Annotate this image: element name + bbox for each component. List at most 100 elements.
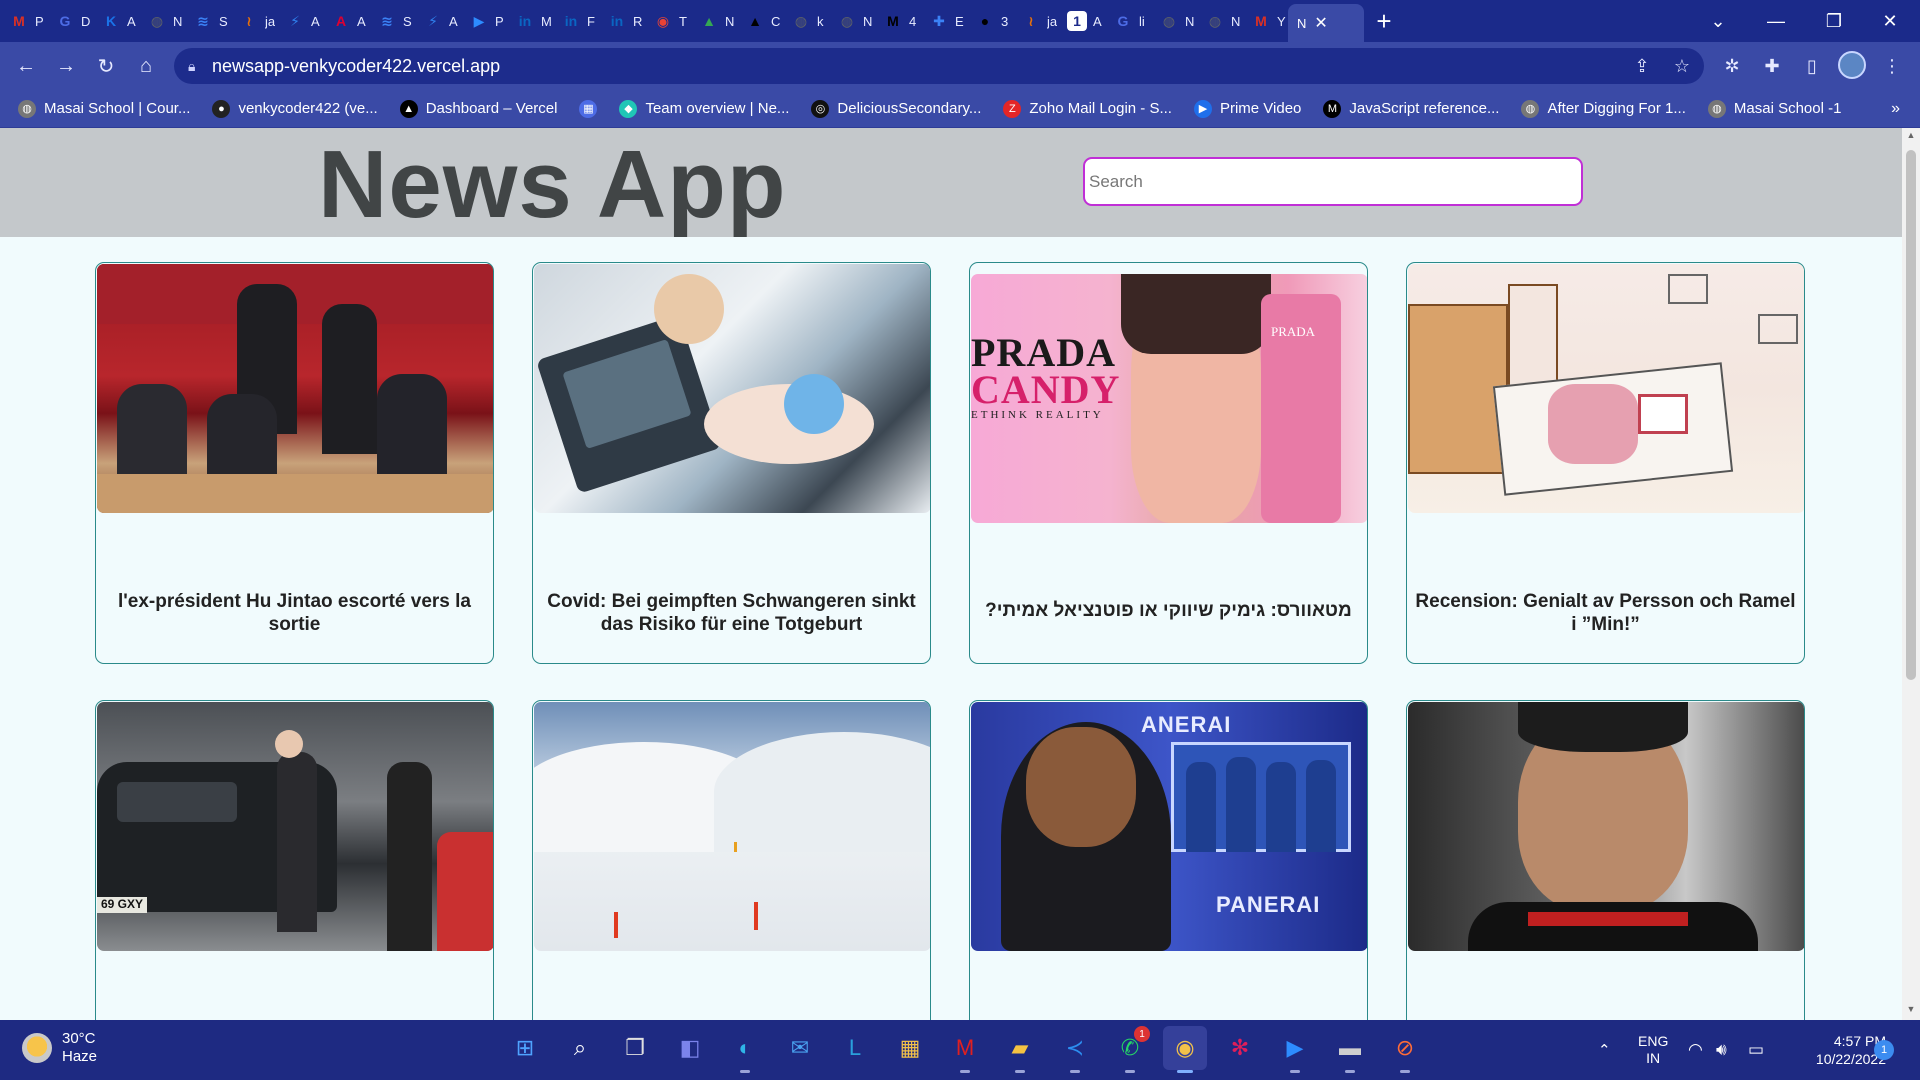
restore-button[interactable]: ❐ bbox=[1806, 0, 1862, 42]
browser-tab[interactable]: AA bbox=[322, 0, 368, 42]
scrollbar-thumb[interactable] bbox=[1906, 150, 1916, 680]
forward-icon[interactable]: → bbox=[46, 46, 86, 86]
bookmarks-overflow-icon[interactable]: » bbox=[1891, 100, 1900, 118]
weather-widget[interactable]: 30°C Haze bbox=[22, 1030, 97, 1066]
browser-tab[interactable]: in M bbox=[506, 0, 552, 42]
news-card[interactable]: ANERAI PANERAI bbox=[969, 700, 1368, 1020]
minimize-button[interactable]: — bbox=[1748, 0, 1804, 42]
search-icon[interactable]: ⌕ bbox=[558, 1026, 602, 1070]
extensions-puzzle-icon[interactable]: ✚ bbox=[1756, 50, 1788, 82]
bookmark-item[interactable]: ◆ Team overview | Ne... bbox=[619, 99, 789, 118]
bookmark-item[interactable]: ◍ Masai School -1 bbox=[1707, 99, 1841, 118]
volume-icon[interactable]: 🔊︎ bbox=[1716, 1020, 1727, 1080]
l-app-icon[interactable]: L bbox=[833, 1026, 877, 1070]
browser-tab[interactable]: ● 3 bbox=[966, 0, 1012, 42]
browser-tab[interactable]: Gli bbox=[1104, 0, 1150, 42]
language-indicator[interactable]: ENG IN bbox=[1638, 1020, 1668, 1080]
bookmark-star-icon[interactable]: ☆ bbox=[1666, 50, 1698, 82]
scroll-up-icon[interactable]: ▲ bbox=[1902, 130, 1920, 146]
page-scrollbar[interactable]: ▲ ▼ bbox=[1902, 128, 1920, 1020]
browser-tab[interactable]: KA bbox=[92, 0, 138, 42]
browser-tab[interactable]: ◍ N bbox=[828, 0, 874, 42]
browser-tab[interactable]: ≀ ja bbox=[1012, 0, 1058, 42]
news-card[interactable] bbox=[1406, 700, 1805, 1020]
news-card[interactable] bbox=[532, 700, 931, 1020]
bookmark-item[interactable]: Z Zoho Mail Login - S... bbox=[1003, 99, 1172, 118]
store-icon[interactable]: ▦ bbox=[888, 1026, 932, 1070]
browser-tab[interactable]: ≋ S bbox=[184, 0, 230, 42]
browser-tab[interactable]: ◍ k bbox=[782, 0, 828, 42]
clock[interactable]: 4:57 PM 10/22/2022 bbox=[1786, 1020, 1886, 1080]
postman-icon[interactable]: ⊘ bbox=[1383, 1026, 1427, 1073]
slack-icon[interactable]: ✻ bbox=[1218, 1026, 1262, 1070]
browser-tab[interactable]: ◍ N bbox=[138, 0, 184, 42]
article-title[interactable]: מטאוורס: גימיק שיווקי או פוטנציאל אמיתי? bbox=[978, 600, 1359, 623]
browser-tab[interactable]: in R bbox=[598, 0, 644, 42]
browser-tab[interactable]: ◉ T bbox=[644, 0, 690, 42]
bookmark-item[interactable]: ▲ Dashboard – Vercel bbox=[399, 99, 557, 118]
browser-tab[interactable]: ▲ C bbox=[736, 0, 782, 42]
bookmark-item[interactable]: ▦ bbox=[579, 99, 598, 118]
zoom-icon[interactable]: ▶ bbox=[1273, 1026, 1317, 1073]
menu-kebab-icon[interactable]: ⋮ bbox=[1876, 50, 1908, 82]
bookmark-item[interactable]: ◎ DeliciousSecondary... bbox=[811, 99, 981, 118]
search-input[interactable] bbox=[1083, 157, 1583, 206]
terminal-icon[interactable]: ▬ bbox=[1328, 1026, 1372, 1073]
browser-tab[interactable]: ◍ N bbox=[1196, 0, 1242, 42]
browser-tab[interactable]: ✚ E bbox=[920, 0, 966, 42]
lock-icon[interactable]: 🔒︎ bbox=[188, 58, 212, 75]
bookmark-item[interactable]: ● venkycoder422 (ve... bbox=[212, 99, 378, 118]
teams-chat-icon[interactable]: ◧ bbox=[668, 1026, 712, 1070]
browser-tab[interactable]: 1A bbox=[1058, 0, 1104, 42]
scroll-down-icon[interactable]: ▼ bbox=[1902, 1004, 1920, 1020]
browser-tab[interactable]: GD bbox=[46, 0, 92, 42]
mail-icon[interactable]: ✉ bbox=[778, 1026, 822, 1070]
battery-icon[interactable]: ▭ bbox=[1748, 1020, 1764, 1080]
browser-tab-active[interactable]: N ✕ bbox=[1288, 4, 1364, 42]
browser-tab[interactable]: ▶ P bbox=[460, 0, 506, 42]
back-icon[interactable]: ← bbox=[6, 46, 46, 86]
browser-tab[interactable]: MP bbox=[0, 0, 46, 42]
start-icon[interactable]: ⊞ bbox=[503, 1026, 547, 1070]
news-card[interactable]: Covid: Bei geimpften Schwangeren sinkt d… bbox=[532, 262, 931, 664]
reload-icon[interactable]: ↻ bbox=[86, 46, 126, 86]
task-view-icon[interactable]: ❐ bbox=[613, 1026, 657, 1070]
article-title[interactable]: Covid: Bei geimpften Schwangeren sinkt d… bbox=[541, 591, 922, 637]
wifi-icon[interactable]: ◠ bbox=[1688, 1020, 1703, 1080]
browser-tab[interactable]: ◍ N bbox=[1150, 0, 1196, 42]
bookmark-item[interactable]: ◍ After Digging For 1... bbox=[1521, 99, 1686, 118]
side-panel-icon[interactable]: ▯ bbox=[1796, 50, 1828, 82]
browser-tab[interactable]: in F bbox=[552, 0, 598, 42]
close-window-button[interactable]: ✕ bbox=[1862, 0, 1918, 42]
mcafee-icon[interactable]: M bbox=[943, 1026, 987, 1073]
chrome-icon[interactable]: ◉ bbox=[1163, 1026, 1207, 1073]
new-tab-button[interactable]: + bbox=[1364, 0, 1404, 42]
notification-center[interactable]: 1 bbox=[1874, 1020, 1894, 1080]
home-icon[interactable]: ⌂ bbox=[126, 46, 166, 86]
extension-gear-icon[interactable]: ✲ bbox=[1716, 50, 1748, 82]
bookmark-item[interactable]: ◍ Masai School | Cour... bbox=[18, 99, 190, 118]
news-card[interactable]: Recension: Genialt av Persson och Ramel … bbox=[1406, 262, 1805, 664]
browser-tab[interactable]: MY bbox=[1242, 0, 1288, 42]
whatsapp-icon[interactable]: ✆ 1 bbox=[1108, 1026, 1152, 1073]
tab-search-icon[interactable]: ⌄ bbox=[1690, 0, 1746, 42]
vscode-icon[interactable]: ≺ bbox=[1053, 1026, 1097, 1073]
edge-icon[interactable]: ◐ bbox=[723, 1026, 767, 1073]
browser-tab[interactable]: ⚡ A bbox=[276, 0, 322, 42]
show-hidden-icons[interactable]: ⌃ bbox=[1598, 1020, 1611, 1080]
bookmark-item[interactable]: M JavaScript reference... bbox=[1323, 99, 1499, 118]
article-title[interactable]: Recension: Genialt av Persson och Ramel … bbox=[1415, 591, 1796, 637]
bookmark-item[interactable]: ▶ Prime Video bbox=[1193, 99, 1301, 118]
article-title[interactable]: l'ex-président Hu Jintao escorté vers la… bbox=[104, 591, 485, 637]
share-icon[interactable]: ⇪ bbox=[1626, 50, 1658, 82]
browser-tab[interactable]: M4 bbox=[874, 0, 920, 42]
news-card[interactable]: PRADA CANDY ETHINK REALITY PRADA מטאוורס… bbox=[969, 262, 1368, 664]
file-explorer-icon[interactable]: ▰ bbox=[998, 1026, 1042, 1073]
close-tab-icon[interactable]: ✕ bbox=[1314, 13, 1327, 33]
address-bar[interactable]: 🔒︎ newsapp-venkycoder422.vercel.app bbox=[174, 48, 1704, 84]
browser-tab[interactable]: ≀ ja bbox=[230, 0, 276, 42]
browser-tab[interactable]: ≋ S bbox=[368, 0, 414, 42]
profile-avatar[interactable] bbox=[1838, 51, 1866, 79]
news-card[interactable]: l'ex-président Hu Jintao escorté vers la… bbox=[95, 262, 494, 664]
browser-tab[interactable]: ⚡ A bbox=[414, 0, 460, 42]
